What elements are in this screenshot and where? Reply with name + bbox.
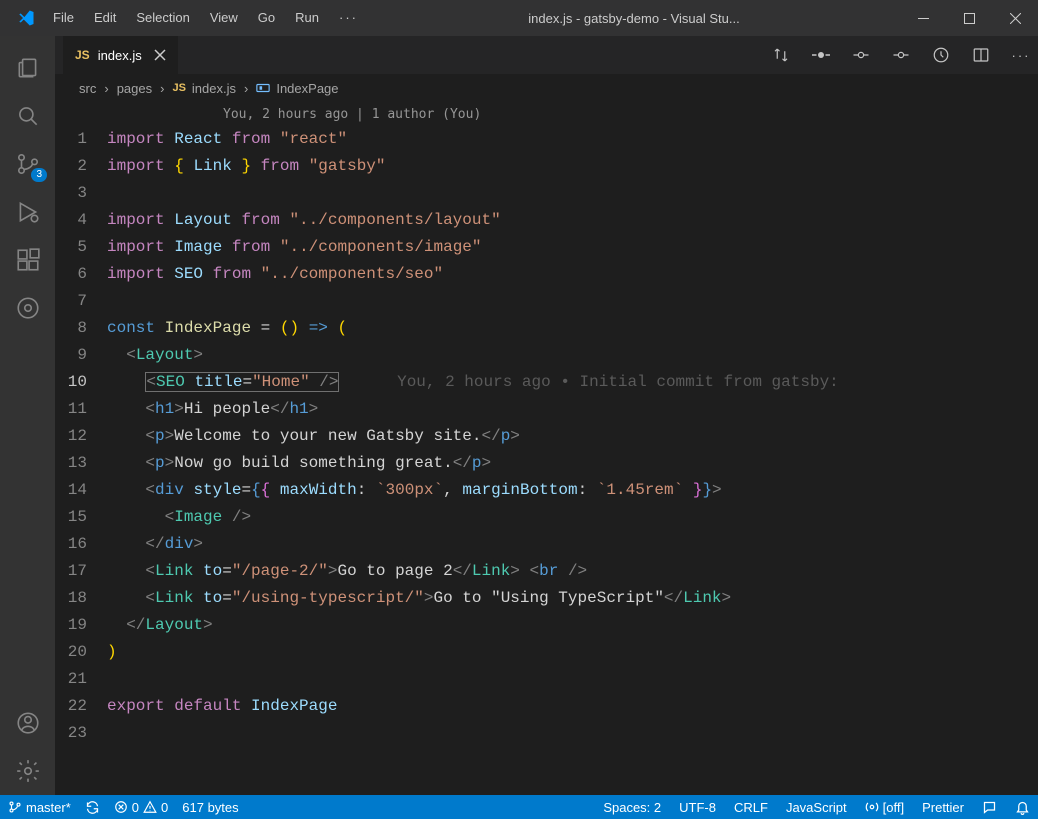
git-commit-prev-icon[interactable] [850, 46, 872, 64]
breadcrumb-item[interactable]: src [75, 81, 100, 96]
menu-run[interactable]: Run [285, 0, 329, 36]
explorer-icon[interactable] [0, 44, 55, 92]
chevron-right-icon: › [104, 81, 108, 96]
minimize-button[interactable] [900, 0, 946, 36]
gitlens-icon[interactable] [0, 284, 55, 332]
tab-close-button[interactable] [154, 49, 166, 61]
feedback-icon [982, 800, 997, 815]
error-icon [114, 800, 128, 814]
breadcrumbs[interactable]: src › pages › JSindex.js › IndexPage [55, 74, 1038, 102]
breadcrumb-item[interactable]: pages [113, 81, 156, 96]
status-liveshare[interactable]: [off] [865, 800, 904, 815]
window-title: index.js - gatsby-demo - Visual Stu... [368, 11, 900, 26]
scrollbar-vertical[interactable] [1024, 126, 1038, 795]
run-debug-icon[interactable] [0, 188, 55, 236]
chevron-right-icon: › [244, 81, 248, 96]
breadcrumb-item[interactable]: JSindex.js [168, 81, 240, 96]
accounts-icon[interactable] [0, 699, 55, 747]
menu-selection[interactable]: Selection [126, 0, 199, 36]
git-blame-annotation: You, 2 hours ago • Initial commit from g… [397, 373, 839, 391]
bell-icon [1015, 800, 1030, 815]
menu-overflow-icon[interactable]: ··· [329, 0, 368, 36]
settings-gear-icon[interactable] [0, 747, 55, 795]
status-bar: master* 0 0 617 bytes Spaces: 2 UTF-8 CR… [0, 795, 1038, 819]
activity-bar: 3 [0, 36, 55, 795]
split-editor-icon[interactable] [970, 46, 992, 64]
extensions-icon[interactable] [0, 236, 55, 284]
menu-go[interactable]: Go [248, 0, 285, 36]
status-eol[interactable]: CRLF [734, 800, 768, 815]
status-encoding[interactable]: UTF-8 [679, 800, 716, 815]
status-prettier[interactable]: Prettier [922, 800, 964, 815]
editor-tab[interactable]: JS index.js [63, 36, 179, 74]
text-editor[interactable]: 1import React from "react" 2import { Lin… [55, 126, 1038, 795]
symbol-variable-icon [256, 81, 270, 95]
git-branch-icon [8, 800, 22, 814]
status-sync[interactable] [85, 800, 100, 815]
compare-changes-icon[interactable] [770, 46, 792, 64]
menu-edit[interactable]: Edit [84, 0, 126, 36]
breadcrumb-item[interactable]: IndexPage [252, 81, 342, 96]
editor-actions: ··· [770, 36, 1038, 74]
js-file-icon: JS [75, 48, 90, 62]
status-feedback[interactable] [982, 800, 997, 815]
editor-more-icon[interactable]: ··· [1010, 48, 1032, 63]
source-control-badge: 3 [31, 168, 47, 182]
vscode-logo-icon [8, 9, 43, 27]
status-notifications[interactable] [1015, 800, 1030, 815]
menu-file[interactable]: File [43, 0, 84, 36]
menubar: File Edit Selection View Go Run ··· [43, 0, 368, 36]
tabs-bar: JS index.js ··· [55, 36, 1038, 74]
maximize-button[interactable] [946, 0, 992, 36]
menu-view[interactable]: View [200, 0, 248, 36]
broadcast-icon [865, 800, 879, 814]
js-file-icon: JS [172, 82, 185, 94]
git-commit-filled-icon[interactable] [810, 46, 832, 64]
status-language[interactable]: JavaScript [786, 800, 847, 815]
git-commit-next-icon[interactable] [890, 46, 912, 64]
editor-area: JS index.js ··· src › pages › JSin [55, 36, 1038, 795]
status-problems[interactable]: 0 0 [114, 800, 168, 815]
search-icon[interactable] [0, 92, 55, 140]
status-spaces[interactable]: Spaces: 2 [603, 800, 661, 815]
close-button[interactable] [992, 0, 1038, 36]
revision-nav-icon[interactable] [930, 46, 952, 64]
status-filesize[interactable]: 617 bytes [182, 800, 238, 815]
tab-label: index.js [98, 48, 142, 63]
sync-icon [85, 800, 100, 815]
source-control-icon[interactable]: 3 [0, 140, 55, 188]
window-controls [900, 0, 1038, 36]
warning-icon [143, 800, 157, 814]
codelens-text[interactable]: You, 2 hours ago | 1 author (You) [55, 102, 1038, 126]
chevron-right-icon: › [160, 81, 164, 96]
title-bar: File Edit Selection View Go Run ··· inde… [0, 0, 1038, 36]
status-branch[interactable]: master* [8, 800, 71, 815]
